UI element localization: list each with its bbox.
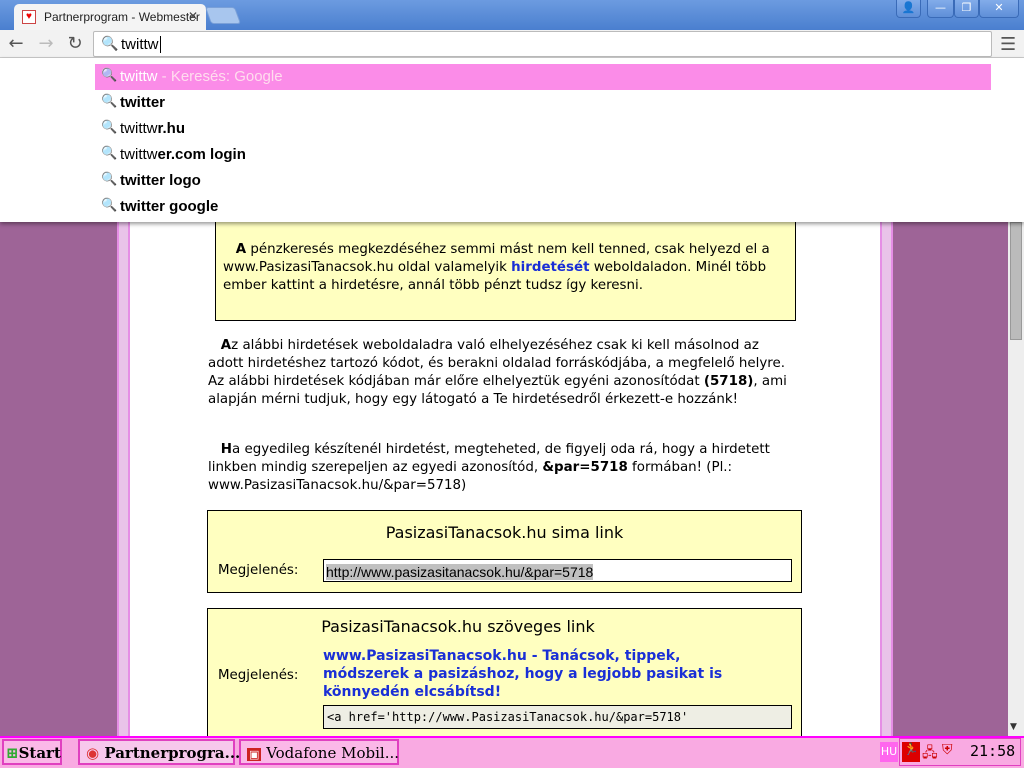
suggestion-item[interactable]: 🔍 twitter logo [95, 168, 991, 194]
suggestion-text: twittw [120, 146, 158, 163]
drop-cap: A [220, 338, 232, 353]
new-tab-button[interactable] [204, 7, 242, 24]
suggestion-text: twitter google [120, 198, 219, 215]
box-title: PasizasiTanacsok.hu szöveges link [321, 617, 595, 636]
display-label: Megjelenés: [218, 563, 299, 578]
browser-tab[interactable]: ♥ Partnerprogram - Webmester ✕ [14, 4, 206, 31]
taskbar-label: Vodafone Mobil... [266, 744, 399, 762]
link-code-value: http://www.pasizasitanacsok.hu/&par=5718 [326, 564, 594, 580]
taskbar-item-vodafone[interactable]: ▣ Vodafone Mobil... [239, 739, 399, 765]
left-border [117, 222, 130, 736]
forward-arrow-icon[interactable]: → [35, 33, 57, 54]
start-button[interactable]: ⊞Start [2, 739, 62, 765]
suggestion-completion: r.hu [157, 120, 186, 137]
search-icon: 🔍 [101, 145, 118, 160]
scrollbar-thumb[interactable] [1010, 222, 1022, 340]
suggestion-item[interactable]: 🔍 twittw - Keresés: Google [95, 64, 991, 90]
box-title: PasizasiTanacsok.hu sima link [385, 523, 624, 542]
para-text: z alábbi hirdetések weboldaladra való el… [208, 338, 785, 389]
restore-button[interactable]: ❐ [954, 0, 979, 18]
suggestion-hint: - Keresés: Google [157, 68, 283, 85]
par-code: &par=5718 [542, 460, 628, 475]
right-side-band [893, 222, 1008, 736]
suggestion-item[interactable]: 🔍 twittwr.hu [95, 116, 991, 142]
address-bar[interactable]: 🔍 twittw [93, 31, 992, 57]
web-page: A pénzkeresés megkezdéséhez semmi mást n… [0, 222, 1008, 736]
favicon-hearts-icon: ♥ [22, 10, 36, 24]
suggestion-item[interactable]: 🔍 twitter [95, 90, 991, 116]
taskbar-label: Partnerprogra... [104, 744, 241, 762]
user-id: (5718) [703, 374, 754, 389]
start-label: Start [18, 744, 61, 762]
search-icon: 🔍 [101, 197, 118, 212]
tab-title: Partnerprogram - Webmester [44, 10, 200, 24]
suggestion-text: twitter logo [120, 172, 201, 189]
paragraph-custom-ad: Ha egyedileg készítenél hirdetést, megte… [208, 441, 798, 495]
right-border [880, 222, 893, 736]
link-code-field[interactable]: http://www.pasizasitanacsok.hu/&par=5718 [323, 559, 792, 582]
suggestion-text: twittw [120, 120, 158, 137]
language-indicator[interactable]: HU [880, 742, 898, 762]
ads-link[interactable]: hirdetését [511, 260, 589, 275]
menu-icon[interactable]: ☰ [1000, 34, 1016, 55]
suggestion-text: twitter [120, 94, 165, 111]
vodafone-icon: ▣ [247, 748, 262, 761]
security-shield-icon[interactable]: ⛨ [942, 742, 953, 758]
search-icon: 🔍 [101, 93, 118, 108]
simple-link-box: PasizasiTanacsok.hu sima link Megjelenés… [207, 510, 802, 593]
back-arrow-icon[interactable]: ← [5, 33, 27, 54]
windows-logo-icon: ⊞ [6, 744, 19, 762]
search-icon: 🔍 [101, 119, 118, 134]
suggestion-completion: er.com login [157, 146, 246, 163]
display-label: Megjelenés: [218, 668, 299, 683]
text-link-code-field[interactable]: <a href='http://www.PasizasiTanacsok.hu/… [323, 705, 792, 729]
drop-cap: A [235, 242, 247, 257]
taskbar-item-chrome[interactable]: ◉ Partnerprogra... [78, 739, 240, 765]
left-side-band [0, 222, 117, 736]
suggestion-item[interactable]: 🔍 twittwer.com login [95, 142, 991, 168]
network-disconnected-icon[interactable]: 🖧 [922, 742, 938, 766]
search-icon: 🔍 [101, 67, 118, 82]
paragraph-instructions: Az alábbi hirdetések weboldaladra való e… [208, 337, 798, 409]
profile-icon[interactable]: 👤 [896, 0, 921, 18]
close-tab-icon[interactable]: ✕ [188, 9, 198, 23]
scroll-down-arrow-icon[interactable]: ▼ [1010, 722, 1017, 732]
clock[interactable]: 21:58 [970, 742, 1015, 760]
minimize-button[interactable]: — [927, 0, 954, 18]
search-icon: 🔍 [101, 171, 118, 186]
code-text: <a href='http://www.PasizasiTanacsok.hu/… [327, 710, 689, 724]
text-ad-link[interactable]: www.PasizasiTanacsok.hu - Tanácsok, tipp… [323, 647, 743, 701]
intro-box: A pénzkeresés megkezdéséhez semmi mást n… [215, 222, 796, 321]
autocomplete-dropdown: 🔍 twittw - Keresés: Google 🔍 twitter 🔍 twit… [0, 58, 1024, 222]
close-window-button[interactable]: ✕ [979, 0, 1019, 18]
suggestion-item[interactable]: 🔍 twitter google [95, 194, 991, 220]
reload-icon[interactable]: ↻ [64, 33, 86, 54]
address-input-value[interactable]: twittw [121, 36, 159, 53]
chrome-icon: ◉ [86, 744, 100, 762]
drop-cap: H [220, 442, 232, 457]
emergency-exit-icon[interactable]: 🏃 [902, 742, 920, 762]
text-link-box: PasizasiTanacsok.hu szöveges link Megjel… [207, 608, 802, 736]
search-icon: 🔍 [101, 35, 119, 51]
suggestion-text: twittw [120, 68, 158, 85]
